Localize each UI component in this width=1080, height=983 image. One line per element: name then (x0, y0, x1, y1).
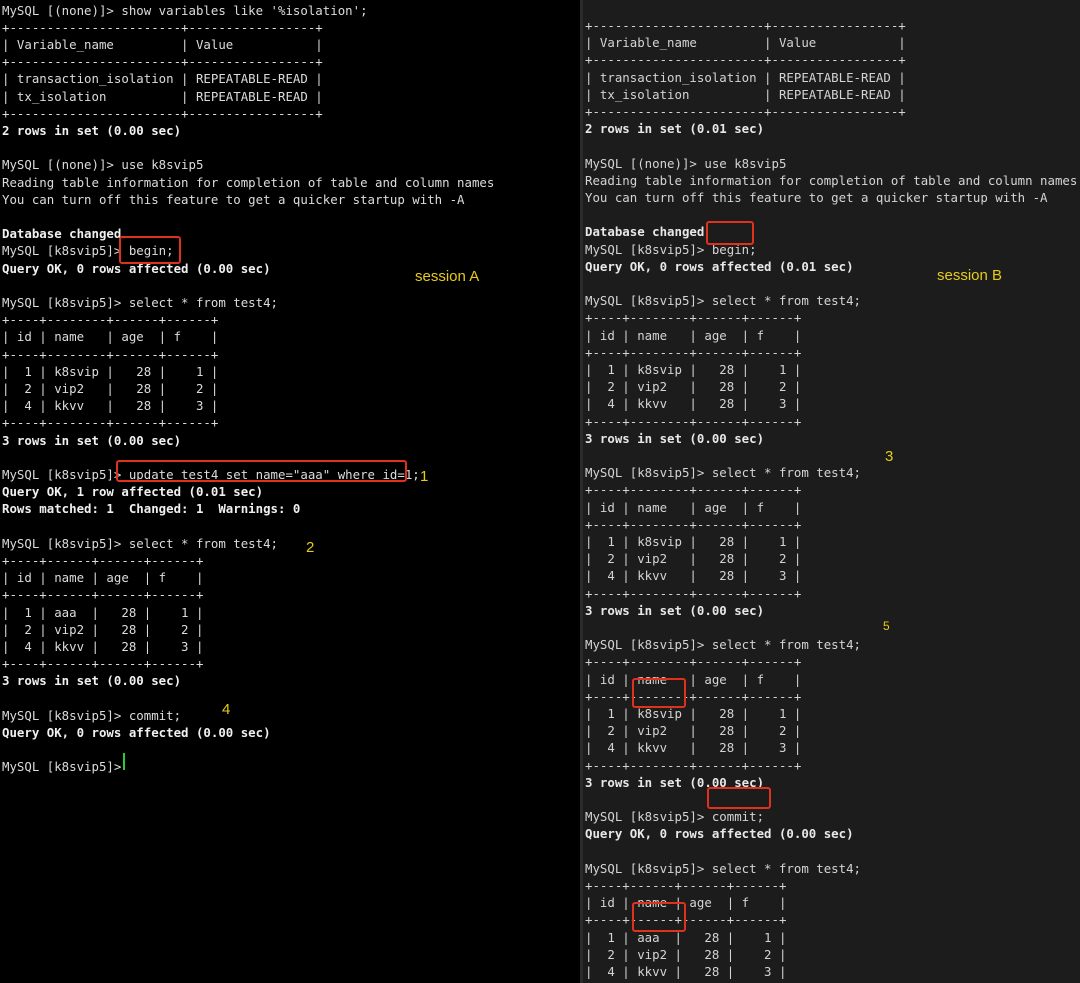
terminal-line: | transaction_isolation | REPEATABLE-REA… (585, 69, 906, 85)
terminal-line: +----+--------+------+------+ (585, 757, 802, 773)
terminal-line: 3 rows in set (0.00 sec) (585, 430, 765, 446)
session-b-terminal[interactable]: +-----------------------+---------------… (583, 0, 1080, 983)
terminal-line: | 4 | kkvv | 28 | 3 | (585, 964, 787, 979)
terminal-line: | 4 | kkvv | 28 | 3 | (585, 568, 802, 584)
terminal-line: +----+--------+------+------+ (585, 344, 802, 360)
terminal-line: | id | name | age | f | (585, 499, 802, 515)
highlight-box-begin (119, 236, 181, 264)
terminal-line: +-----------------------+---------------… (585, 104, 906, 119)
terminal-line: +-----------------------+---------------… (2, 19, 323, 35)
terminal-line: +----+--------+------+------+ (585, 654, 802, 670)
terminal-line: | Variable_name | Value | (585, 35, 906, 51)
highlight-box-begin (706, 221, 754, 245)
terminal-line: +----+------+------+------+ (2, 587, 204, 603)
terminal-line: +----+--------+------+------+ (2, 312, 219, 328)
step-annotation-4: 4 (222, 701, 231, 718)
terminal-line: Query OK, 0 rows affected (0.00 sec) (585, 826, 854, 842)
terminal-line: +----+--------+------+------+ (2, 346, 219, 362)
terminal-line: +----+--------+------+------+ (585, 482, 802, 498)
terminal-line: +-----------------------+---------------… (2, 54, 323, 70)
terminal-cursor (123, 753, 125, 770)
terminal-line: MySQL [(none)]> use k8svip5 (585, 155, 787, 171)
terminal-line: | id | name | age | f | (2, 570, 204, 586)
terminal-line: 3 rows in set (0.00 sec) (2, 673, 182, 689)
terminal-line: | id | name | age | f | (2, 329, 219, 345)
terminal-line: | 1 | k8svip | 28 | 1 | (585, 534, 802, 549)
terminal-line: +-----------------------+---------------… (585, 52, 906, 68)
terminal-line: Database changed (585, 224, 705, 240)
terminal-line: MySQL [k8svip5]> select * from test4; (585, 637, 862, 653)
terminal-line: | 1 | k8svip | 28 | 1 | (585, 706, 802, 721)
highlight-box-commit (707, 787, 771, 809)
highlight-box-k8svip (632, 678, 686, 708)
terminal-line: +----+--------+------+------+ (585, 310, 802, 326)
terminal-line: You can turn off this feature to get a q… (585, 190, 1048, 205)
terminal-line: | 2 | vip2 | 28 | 2 | (585, 551, 802, 567)
terminal-line: +----+------+------+------+ (585, 878, 787, 893)
terminal-line: MySQL [k8svip5]> select * from test4; (585, 293, 862, 309)
terminal-line: MySQL [k8svip5]> select * from test4; (585, 465, 862, 481)
terminal-line: | 1 | k8svip | 28 | 1 | (2, 363, 219, 379)
step-annotation-2: 2 (306, 539, 315, 556)
terminal-line: | id | name | age | f | (585, 671, 802, 687)
terminal-line: | id | name | age | f | (585, 327, 802, 343)
terminal-line: | 1 | aaa | 28 | 1 | (2, 604, 204, 620)
terminal-line: Query OK, 0 rows affected (0.00 sec) (2, 724, 271, 740)
terminal-line: | transaction_isolation | REPEATABLE-REA… (2, 71, 323, 87)
terminal-line: MySQL [k8svip5]> select * from test4; (2, 535, 279, 551)
terminal-line: | 2 | vip2 | 28 | 2 | (585, 946, 787, 962)
terminal-line: +----+------+------+------+ (2, 552, 204, 568)
terminal-line: +-----------------------+---------------… (585, 18, 906, 33)
session-a-terminal[interactable]: MySQL [(none)]> show variables like '%is… (0, 0, 580, 983)
terminal-line: +----+--------+------+------+ (585, 516, 802, 532)
step-annotation-3: 3 (885, 448, 894, 465)
terminal-line: 3 rows in set (0.00 sec) (2, 432, 182, 448)
terminal-line: | 2 | vip2 | 28 | 2 | (585, 723, 802, 739)
terminal-line: Reading table information for completion… (2, 174, 495, 190)
terminal-line: | 1 | aaa | 28 | 1 | (585, 929, 787, 945)
terminal-line: +----+--------+------+------+ (585, 413, 802, 429)
terminal-line: You can turn off this feature to get a q… (2, 191, 465, 207)
terminal-line: | 4 | kkvv | 28 | 3 | (585, 740, 802, 756)
terminal-line: +----+--------+------+------+ (2, 415, 219, 431)
terminal-line: | 1 | k8svip | 28 | 1 | (585, 362, 802, 377)
terminal-line: 2 rows in set (0.00 sec) (2, 122, 182, 138)
terminal-line: | Variable_name | Value | (2, 36, 323, 52)
terminal-line: MySQL [k8svip5]> commit; (585, 809, 765, 825)
session-a-label: session A (415, 268, 480, 285)
step-annotation-1: 1 (420, 468, 429, 485)
terminal-line: Query OK, 1 row affected (0.01 sec) (2, 484, 264, 500)
terminal-line: MySQL [(none)]> show variables like '%is… (2, 2, 368, 18)
terminal-line: | tx_isolation | REPEATABLE-READ | (2, 88, 323, 104)
terminal-line: | tx_isolation | REPEATABLE-READ | (585, 86, 906, 102)
terminal-line: Reading table information for completion… (585, 172, 1078, 188)
terminal-line: +----+------+------+------+ (2, 656, 204, 672)
terminal-line: MySQL [k8svip5]> (2, 759, 129, 775)
terminal-line: MySQL [k8svip5]> commit; (2, 707, 182, 723)
terminal-line: Database changed (2, 226, 122, 242)
terminal-line: +-----------------------+---------------… (2, 105, 323, 121)
terminal-line: 2 rows in set (0.01 sec) (585, 121, 765, 137)
terminal-line: Rows matched: 1 Changed: 1 Warnings: 0 (2, 501, 301, 517)
terminal-line: Query OK, 0 rows affected (0.01 sec) (585, 258, 854, 274)
session-b-label: session B (937, 267, 1003, 284)
terminal-line: MySQL [(none)]> use k8svip5 (2, 157, 204, 173)
terminal-line: 3 rows in set (0.00 sec) (585, 602, 765, 618)
highlight-box-aaa (632, 902, 686, 932)
terminal-line: | 4 | kkvv | 28 | 3 | (585, 396, 802, 412)
terminal-line: +----+--------+------+------+ (585, 688, 802, 704)
step-annotation-5: 5 (883, 619, 890, 633)
terminal-line: +----+--------+------+------+ (585, 585, 802, 601)
terminal-screen: MySQL [(none)]> show variables like '%is… (0, 0, 1080, 983)
terminal-line: | 4 | kkvv | 28 | 3 | (2, 638, 204, 654)
terminal-line: | 2 | vip2 | 28 | 2 | (585, 379, 802, 395)
highlight-box-update (116, 460, 407, 482)
terminal-line: | 4 | kkvv | 28 | 3 | (2, 398, 219, 414)
terminal-line: | 2 | vip2 | 28 | 2 | (2, 621, 204, 637)
terminal-line: | 2 | vip2 | 28 | 2 | (2, 380, 219, 396)
terminal-line: MySQL [k8svip5]> select * from test4; (2, 294, 279, 310)
terminal-line: MySQL [k8svip5]> select * from test4; (585, 860, 862, 876)
